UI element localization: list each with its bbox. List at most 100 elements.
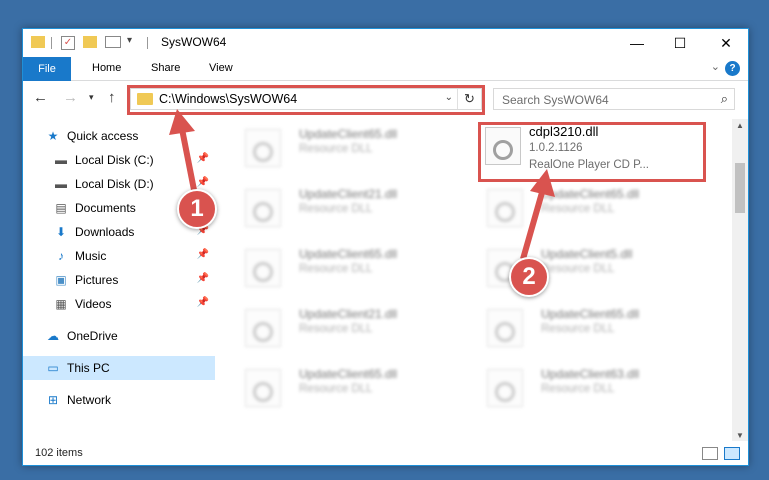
pictures-icon: ▣ <box>55 273 67 287</box>
details-view-icon[interactable] <box>702 447 718 460</box>
list-item[interactable]: UpdateClient5.dll Resource DLL <box>475 241 685 293</box>
callout-1: 1 <box>177 189 217 229</box>
maximize-button[interactable]: ☐ <box>657 29 703 57</box>
tab-share[interactable]: Share <box>151 62 180 74</box>
window-title: SysWOW64 <box>161 35 227 49</box>
forward-arrow-icon[interactable]: → <box>63 89 78 106</box>
sidebar-item-label: Local Disk (D:) <box>75 177 154 191</box>
search-placeholder: Search SysWOW64 <box>502 93 609 107</box>
file-name: UpdateClient65.dll <box>299 247 398 261</box>
sidebar-item-label: Documents <box>75 201 136 215</box>
file-name: UpdateClient65.dll <box>299 367 398 381</box>
list-item[interactable]: UpdateClient21.dll Resource DLL <box>233 301 443 353</box>
file-name: UpdateClient65.dll <box>299 127 398 141</box>
file-name: UpdateClient65.dll <box>541 307 640 321</box>
folder-icon <box>31 36 45 48</box>
vertical-scrollbar[interactable]: ▲ ▼ <box>732 119 748 441</box>
file-name: UpdateClient65.dll <box>541 187 640 201</box>
sidebar-item-videos[interactable]: ▦ Videos 📌 <box>23 292 215 316</box>
file-type: Resource DLL <box>299 203 373 215</box>
search-box[interactable]: Search SysWOW64 ⌕ <box>493 88 735 110</box>
customize-dropdown-icon[interactable]: ▾ <box>127 35 132 46</box>
pin-icon: 📌 <box>196 177 209 188</box>
pin-icon: 📌 <box>196 273 209 284</box>
expand-ribbon-icon[interactable]: ⌄ <box>711 60 720 73</box>
file-type: Resource DLL <box>299 263 373 275</box>
sidebar-item-quick-access[interactable]: ★ Quick access <box>23 124 215 148</box>
sidebar-item-onedrive[interactable]: ☁ OneDrive <box>23 324 215 348</box>
callout-2: 2 <box>509 257 549 297</box>
list-item[interactable]: UpdateClient65.dll Resource DLL <box>475 181 685 233</box>
sidebar-item-label: Network <box>67 393 112 407</box>
sidebar-item-label: Downloads <box>75 225 135 239</box>
up-arrow-icon[interactable]: ↑ <box>108 89 116 106</box>
view-toggle <box>702 447 740 460</box>
status-bar: 102 items <box>23 443 748 465</box>
network-icon: ⊞ <box>47 393 59 407</box>
dll-file-icon <box>487 189 523 227</box>
scroll-thumb[interactable] <box>735 163 745 213</box>
tiles-view-icon[interactable] <box>724 447 740 460</box>
sidebar-item-label: This PC <box>67 361 110 375</box>
pin-icon: 📌 <box>196 249 209 260</box>
documents-icon: ▤ <box>55 201 67 215</box>
tab-home[interactable]: Home <box>92 62 121 74</box>
file-type: Resource DLL <box>299 323 373 335</box>
list-item[interactable]: UpdateClient65.dll Resource DLL <box>233 241 443 293</box>
recent-locations-icon[interactable]: ▾ <box>89 92 94 103</box>
minimize-button[interactable]: — <box>614 29 660 57</box>
tab-file[interactable]: File <box>23 57 71 81</box>
new-folder-icon[interactable] <box>83 36 97 48</box>
computer-icon: ▭ <box>47 361 59 375</box>
file-type: Resource DLL <box>299 383 373 395</box>
star-icon: ★ <box>47 129 59 143</box>
file-name: UpdateClient5.dll <box>541 247 633 261</box>
view-options-icon[interactable] <box>105 36 121 48</box>
list-item[interactable]: UpdateClient65.dll Resource DLL <box>475 301 685 353</box>
tab-view[interactable]: View <box>209 62 233 74</box>
sidebar-item-network[interactable]: ⊞ Network <box>23 388 215 412</box>
file-name: UpdateClient63.dll <box>541 367 640 381</box>
sidebar-item-this-pc[interactable]: ▭ This PC <box>23 356 215 380</box>
separator <box>51 37 52 49</box>
list-item[interactable]: UpdateClient65.dll Resource DLL <box>233 121 443 173</box>
file-type: Resource DLL <box>299 143 373 155</box>
dll-file-icon <box>245 309 281 347</box>
file-highlight-box <box>478 122 706 182</box>
music-icon: ♪ <box>58 249 64 263</box>
file-type: Resource DLL <box>541 383 615 395</box>
dll-file-icon <box>245 189 281 227</box>
help-icon[interactable]: ? <box>725 61 740 76</box>
title-bar: ✓ ▾ SysWOW64 — ☐ ✕ <box>23 29 748 57</box>
dll-file-icon <box>487 309 523 347</box>
explorer-window: ✓ ▾ SysWOW64 — ☐ ✕ File Home Share View … <box>22 28 749 466</box>
sidebar-item-label: Music <box>75 249 107 263</box>
sidebar-item-music[interactable]: ♪ Music 📌 <box>23 244 215 268</box>
sidebar-item-label: Local Disk (C:) <box>75 153 154 167</box>
scroll-down-icon[interactable]: ▼ <box>732 429 748 441</box>
list-item[interactable]: UpdateClient63.dll Resource DLL <box>475 361 685 413</box>
videos-icon: ▦ <box>55 297 67 311</box>
file-type: Resource DLL <box>541 263 615 275</box>
search-icon[interactable]: ⌕ <box>721 91 728 107</box>
sidebar-item-label: Quick access <box>67 129 139 143</box>
file-type: Resource DLL <box>541 323 615 335</box>
address-highlight-box <box>127 85 485 115</box>
pin-icon: 📌 <box>196 153 209 164</box>
sidebar-item-label: Videos <box>75 297 112 311</box>
item-count: 102 items <box>35 447 83 459</box>
list-item[interactable]: UpdateClient65.dll Resource DLL <box>233 361 443 413</box>
navigation-pane: ★ Quick access ▬ Local Disk (C:) 📌 ▬ Loc… <box>23 119 215 439</box>
file-name: UpdateClient21.dll <box>299 307 398 321</box>
file-type: Resource DLL <box>541 203 615 215</box>
sidebar-item-pictures[interactable]: ▣ Pictures 📌 <box>23 268 215 292</box>
pin-icon: 📌 <box>196 297 209 308</box>
scroll-up-icon[interactable]: ▲ <box>732 119 748 131</box>
sidebar-item-local-disk-c[interactable]: ▬ Local Disk (C:) 📌 <box>23 148 215 172</box>
list-item[interactable]: UpdateClient21.dll Resource DLL <box>233 181 443 233</box>
sidebar-item-label: Pictures <box>75 273 119 287</box>
close-button[interactable]: ✕ <box>703 29 748 57</box>
ribbon: File Home Share View ⌄ ? <box>23 57 748 81</box>
properties-icon[interactable]: ✓ <box>61 36 75 50</box>
back-arrow-icon[interactable]: ← <box>33 89 48 106</box>
